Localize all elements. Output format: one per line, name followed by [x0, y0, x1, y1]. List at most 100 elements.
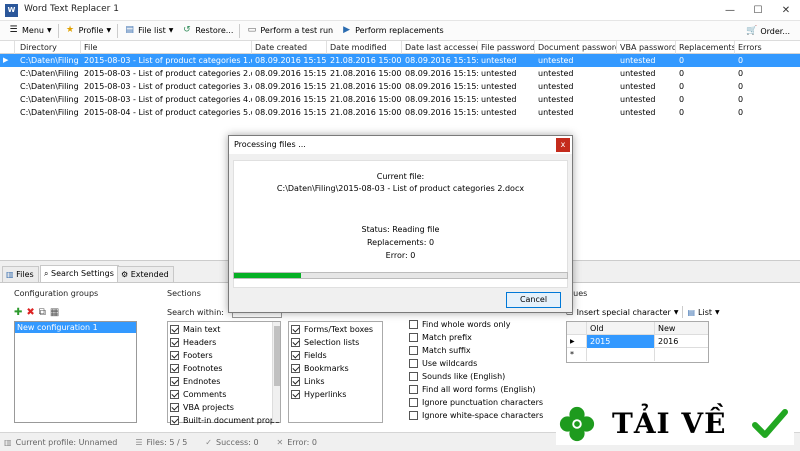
perform-replacements-button[interactable]: ▶ Perform replacements [337, 22, 448, 40]
table-cell: 0 [679, 108, 685, 117]
column-header[interactable]: File password [478, 41, 535, 54]
dialog-title: Processing files ... [234, 140, 306, 149]
column-header[interactable]: Date created [252, 41, 327, 54]
order-button[interactable]: 🛒 Order... [742, 22, 794, 40]
watermark-text: TẢI VỀ [612, 407, 727, 440]
watermark: TẢI VỀ [556, 403, 794, 445]
checkbox-fields[interactable]: Fields [291, 349, 327, 361]
table-cell: untested [620, 69, 656, 78]
column-header[interactable]: Date last accessed [402, 41, 478, 54]
checkbox-footers[interactable]: Footers [170, 349, 213, 361]
table-cell: untested [538, 56, 574, 65]
option-ignore-punctuation[interactable]: Ignore punctuation characters [409, 396, 543, 408]
maximize-button[interactable]: ☐ [744, 0, 772, 21]
checkbox-footnotes[interactable]: Footnotes [170, 362, 222, 374]
tab-files[interactable]: ▥ Files [2, 266, 39, 282]
toolbar-separator [117, 23, 119, 38]
table-cell: untested [620, 95, 656, 104]
list-item[interactable]: New configuration 1 [15, 322, 136, 333]
table-cell: untested [538, 108, 574, 117]
option-match-suffix[interactable]: Match suffix [409, 344, 471, 356]
checkbox-label: Ignore punctuation characters [422, 397, 544, 407]
table-row[interactable]: ▶ 2015 2016 [567, 335, 708, 348]
profile-button[interactable]: ★ Profile ▼ [61, 22, 116, 40]
checkbox-builtin-props[interactable]: Built-in document prope [170, 414, 280, 426]
option-whole-words[interactable]: Find whole words only [409, 318, 510, 330]
option-ignore-whitespace[interactable]: Ignore white-space characters [409, 409, 543, 421]
chevron-down-icon: ▼ [715, 308, 720, 316]
column-header[interactable]: Date modified [327, 41, 402, 54]
option-sounds-like[interactable]: Sounds like (English) [409, 370, 505, 382]
table-row[interactable]: C:\Daten\Filing 2015-08-03 - List of pro… [0, 67, 800, 80]
sections-left-list[interactable]: Main text Headers Footers Footnotes Endn… [167, 321, 281, 426]
insert-special-button[interactable]: ▭ Insert special character ▼ [566, 308, 678, 317]
copy-icon[interactable]: ⧉ [39, 307, 46, 319]
checkbox-vba-projects[interactable]: VBA projects [170, 401, 234, 413]
column-header[interactable]: Document password [535, 41, 617, 54]
table-cell[interactable]: 2015 [587, 335, 655, 348]
column-header[interactable]: Replacements [676, 41, 735, 54]
restore-button[interactable]: ↺ Restore... [177, 22, 237, 40]
status-files: ☰ Files: 5 / 5 [135, 438, 187, 447]
menu-button[interactable]: ☰ Menu ▼ [4, 22, 56, 40]
option-wildcards[interactable]: Use wildcards [409, 357, 477, 369]
toolbar-separator [57, 23, 59, 38]
checkbox-links[interactable]: Links [291, 375, 325, 387]
window-title: Word Text Replacer 1 [24, 4, 119, 14]
table-row[interactable]: C:\Daten\Filing 2015-08-03 - List of pro… [0, 93, 800, 106]
checkbox-endnotes[interactable]: Endnotes [170, 375, 220, 387]
toolbar-separator [682, 306, 684, 318]
checkbox-hyperlinks[interactable]: Hyperlinks [291, 388, 346, 400]
close-button[interactable]: ✕ [772, 0, 800, 21]
scrollbar-thumb[interactable] [274, 326, 280, 386]
checkbox-main-text[interactable]: Main text [170, 323, 220, 335]
table-cell[interactable]: 2016 [655, 335, 708, 348]
clover-icon [559, 406, 595, 442]
column-header[interactable]: Old [587, 322, 655, 335]
list-icon: ▤ [125, 25, 134, 35]
table-cell: untested [538, 82, 574, 91]
checkbox-label: Endnotes [183, 376, 221, 386]
table-cell[interactable] [655, 348, 708, 361]
table-cell[interactable] [587, 348, 655, 361]
table-row[interactable]: C:\Daten\Filing 2015-08-04 - List of pro… [0, 106, 800, 119]
new-row-marker: * [567, 348, 587, 361]
checkbox-check-icon [291, 324, 300, 334]
checkbox-comments[interactable]: Comments [170, 388, 226, 400]
table-cell: 2015-08-03 - List of product categories … [84, 56, 252, 65]
checkbox-headers[interactable]: Headers [170, 336, 216, 348]
chevron-down-icon: ▼ [168, 27, 174, 34]
window-controls: — ☐ ✕ [716, 0, 800, 21]
checkbox-selection-lists[interactable]: Selection lists [291, 336, 359, 348]
checkbox-forms-textboxes[interactable]: Forms/Text boxes [291, 323, 373, 335]
list-button[interactable]: ▤ List ▼ [687, 308, 719, 317]
dialog-close-button[interactable]: x [556, 138, 570, 152]
cancel-button[interactable]: Cancel [506, 292, 561, 308]
option-word-forms[interactable]: Find all word forms (English) [409, 383, 536, 395]
restore-icon: ↺ [183, 25, 191, 35]
checkbox-label: Selection lists [304, 337, 360, 347]
column-header[interactable]: New [655, 322, 708, 335]
column-header[interactable]: Errors [735, 41, 800, 54]
test-run-button[interactable]: ▭ Perform a test run [242, 22, 337, 40]
sections-right-list[interactable]: Forms/Text boxes Selection lists Fields … [288, 321, 383, 423]
column-header[interactable]: VBA password [617, 41, 676, 54]
add-icon[interactable]: ✚ [14, 307, 22, 319]
table-row[interactable]: C:\Daten\Filing 2015-08-03 - List of pro… [0, 80, 800, 93]
config-groups-list[interactable]: New configuration 1 [14, 321, 137, 423]
file-list-label: File list [138, 26, 166, 35]
option-match-prefix[interactable]: Match prefix [409, 331, 472, 343]
edit-icon[interactable]: ▦ [50, 307, 59, 319]
sections-scrollbar[interactable] [272, 322, 280, 422]
table-row[interactable]: ▶ C:\Daten\Filing 2015-08-03 - List of p… [0, 54, 800, 67]
checkbox-bookmarks[interactable]: Bookmarks [291, 362, 349, 374]
table-row-new[interactable]: * [567, 348, 708, 361]
tab-search-settings[interactable]: ⌕ Search Settings [40, 265, 119, 282]
column-header[interactable]: Directory [15, 41, 81, 54]
menu-label: Menu [22, 26, 44, 35]
file-list-button[interactable]: ▤ File list ▼ [120, 22, 177, 40]
tab-extended[interactable]: ⚙ Extended [117, 266, 174, 282]
column-header[interactable]: File [81, 41, 252, 54]
delete-icon[interactable]: ✖ [26, 307, 34, 319]
minimize-button[interactable]: — [716, 0, 744, 21]
